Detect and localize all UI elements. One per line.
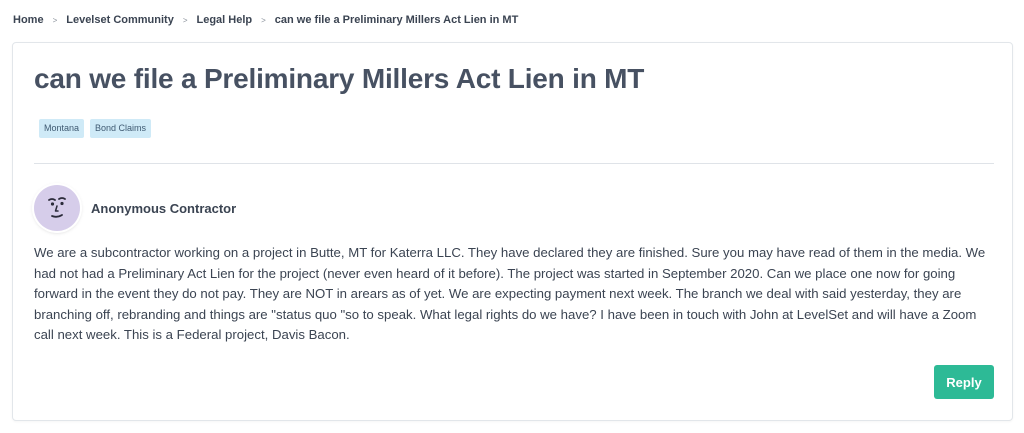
breadcrumb-home-link[interactable]: Home bbox=[13, 14, 44, 26]
divider bbox=[34, 163, 994, 164]
breadcrumb-separator-icon: > bbox=[261, 15, 266, 25]
question-card: can we file a Preliminary Millers Act Li… bbox=[12, 42, 1013, 421]
breadcrumb-separator-icon: > bbox=[182, 15, 188, 25]
post-author: Anonymous Contractor bbox=[34, 185, 236, 231]
breadcrumb-current-page: can we file a Preliminary Millers Act Li… bbox=[274, 14, 519, 26]
reply-button[interactable]: Reply bbox=[934, 365, 994, 399]
author-name: Anonymous Contractor bbox=[91, 200, 237, 216]
face-avatar-icon bbox=[48, 197, 66, 218]
tag-bond-claims[interactable]: Bond Claims bbox=[90, 119, 152, 138]
breadcrumb: Home > Levelset Community > Legal Help >… bbox=[13, 12, 518, 28]
breadcrumb-separator-icon: > bbox=[52, 15, 58, 25]
post-body: We are a subcontractor working on a proj… bbox=[34, 245, 986, 342]
tag-montana[interactable]: Montana bbox=[39, 119, 85, 138]
tag-list: Montana Bond Claims bbox=[39, 119, 152, 138]
avatar bbox=[34, 185, 80, 231]
page-title: can we file a Preliminary Millers Act Li… bbox=[34, 63, 645, 94]
breadcrumb-community-link[interactable]: Levelset Community bbox=[66, 14, 174, 26]
breadcrumb-legal-help-link[interactable]: Legal Help bbox=[197, 14, 253, 26]
